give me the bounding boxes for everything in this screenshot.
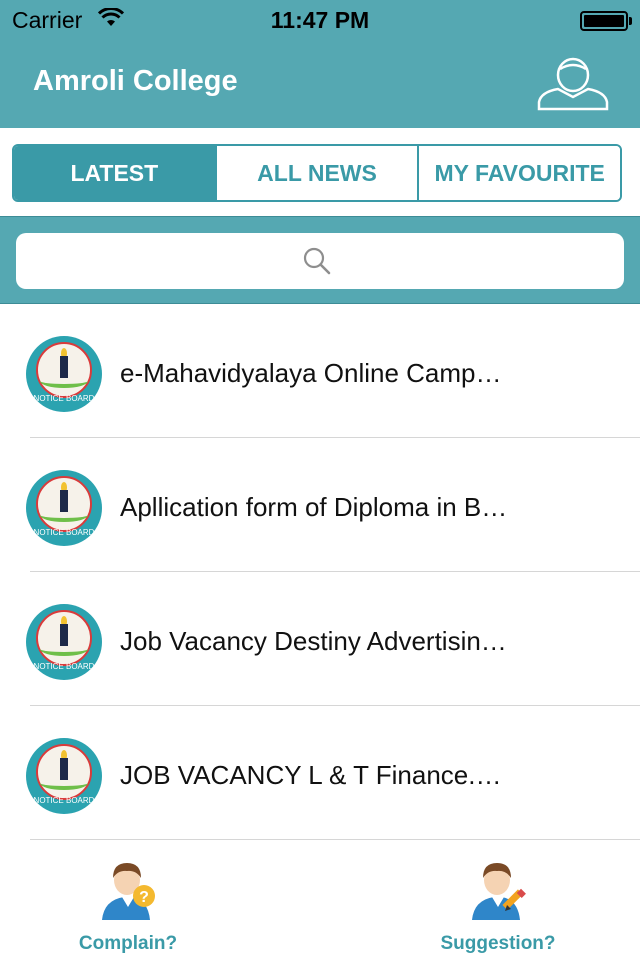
notice-board-logo: NOTICE BOARD [26,336,102,412]
list-item[interactable]: NOTICE BOARD Job Vacancy Destiny Adverti… [0,572,640,706]
complain-button[interactable]: ? Complain? [48,860,208,955]
list-item[interactable]: NOTICE BOARD Apllication form of Diploma… [0,438,640,572]
bottom-toolbar: ? Complain? Suggestion? [0,842,640,960]
search-input[interactable] [16,233,624,289]
segment-container: LATEST ALL NEWS MY FAVOURITE [0,128,640,216]
person-pencil-icon [468,863,528,926]
svg-text:?: ? [139,889,149,906]
suggestion-label: Suggestion? [440,933,556,954]
news-title: Job Vacancy Destiny Advertisin… [120,626,507,656]
battery-icon [580,11,632,31]
thumb-label: NOTICE BOARD [33,528,95,537]
notice-board-logo: NOTICE BOARD [26,604,102,680]
tab-latest[interactable]: LATEST [14,146,215,200]
thumb-label: NOTICE BOARD [33,394,95,403]
thumb-label: NOTICE BOARD [33,662,95,671]
list-item[interactable]: NOTICE BOARD e-Mahavidyalaya Online Camp… [0,304,640,438]
notice-board-logo: NOTICE BOARD [26,470,102,546]
list-item[interactable]: NOTICE BOARD JOB VACANCY L & T Finance.… [0,706,640,840]
news-title: Apllication form of Diploma in B… [120,492,508,522]
news-title: JOB VACANCY L & T Finance.… [120,760,502,790]
thumb-label: NOTICE BOARD [33,796,95,805]
person-question-icon: ? [98,863,158,926]
news-list: NOTICE BOARD e-Mahavidyalaya Online Camp… [0,304,640,840]
navigation-bar: Amroli College [0,40,640,128]
suggestion-button[interactable]: Suggestion? [418,860,578,955]
search-bar [0,216,640,304]
news-title: e-Mahavidyalaya Online Camp… [120,358,502,388]
status-bar: Carrier 11:47 PM [0,0,640,40]
complain-label: Complain? [78,933,178,954]
profile-icon[interactable] [536,56,610,112]
clock: 11:47 PM [270,7,370,33]
search-icon [302,246,332,281]
tab-all-news[interactable]: ALL NEWS [214,146,418,200]
page-title: Amroli College [33,65,238,97]
segmented-control: LATEST ALL NEWS MY FAVOURITE [12,144,622,202]
divider [30,839,640,840]
tab-my-favourite[interactable]: MY FAVOURITE [417,146,620,200]
notice-board-logo: NOTICE BOARD [26,738,102,814]
